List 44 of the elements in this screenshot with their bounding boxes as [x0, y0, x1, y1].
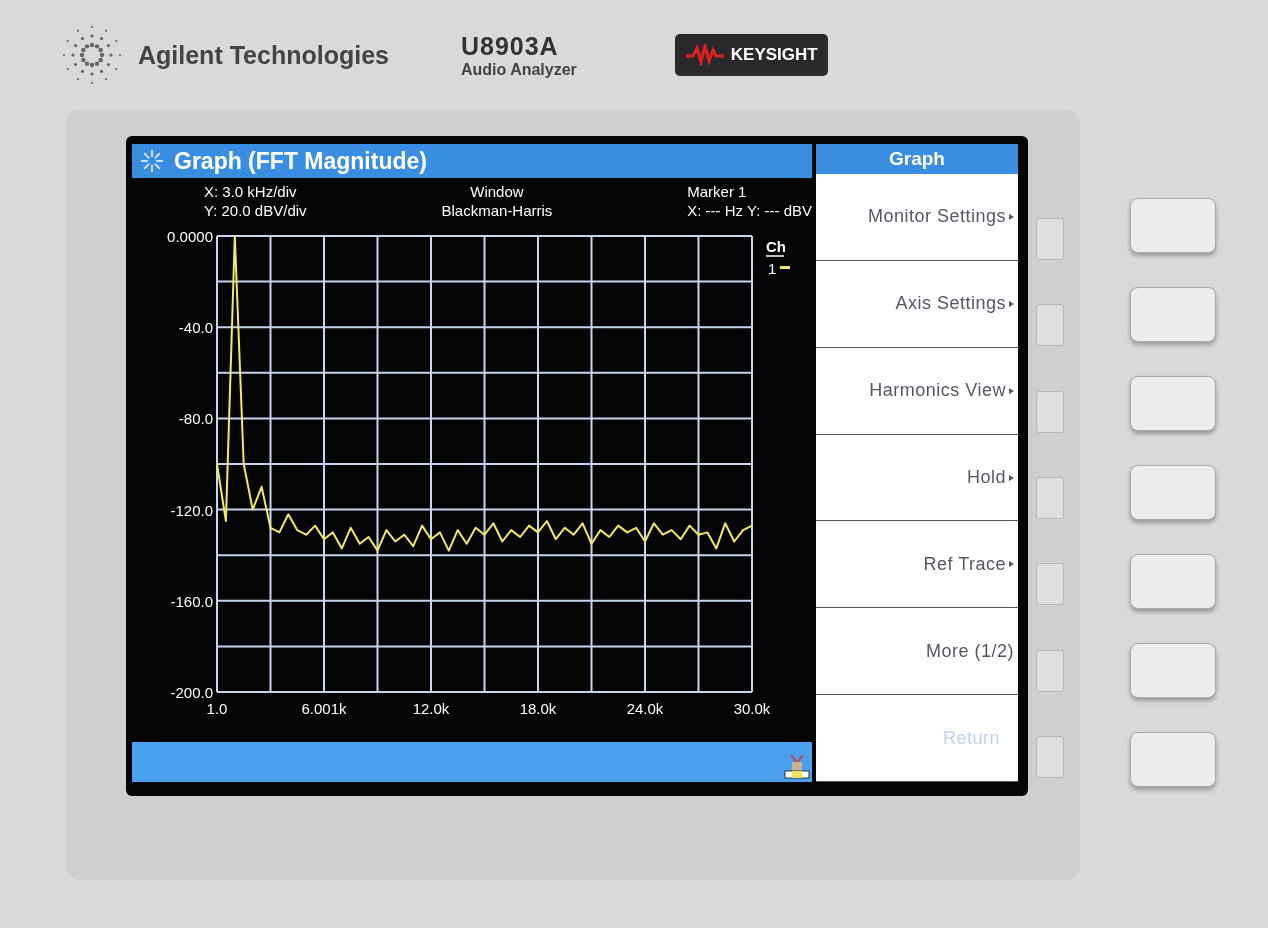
bezel-notch — [1036, 649, 1064, 692]
bezel-notch — [1036, 304, 1064, 347]
model-subtitle: Audio Analyzer — [460, 60, 577, 79]
bezel-notch — [1036, 218, 1064, 261]
y-tick-label: 0.0000 — [167, 228, 213, 245]
model-number: U8903A — [460, 31, 560, 61]
info-text: Marker 1 — [687, 182, 747, 201]
status-icon — [782, 752, 812, 782]
info-text: X: --- Hz Y: --- dBV — [687, 201, 812, 220]
hardware-key[interactable] — [1130, 465, 1216, 520]
legend-heading: Ch — [766, 238, 786, 255]
bezel-notch — [1036, 477, 1064, 519]
hardware-key[interactable] — [1130, 198, 1216, 253]
starburst-icon — [140, 149, 164, 173]
x-tick-label: 18.0k — [519, 700, 557, 717]
y-tick-label: -80.0 — [178, 410, 213, 428]
y-tick-label: -40.0 — [178, 319, 213, 337]
info-text: Window — [470, 182, 524, 201]
badge-text: KEYSIGHT — [730, 45, 818, 65]
menu-title: Graph — [816, 144, 1018, 174]
y-tick-label: -120.0 — [170, 501, 213, 519]
bezel-notch — [1036, 735, 1064, 778]
x-tick-label: 24.0k — [626, 700, 664, 717]
legend-channel: 1 — [768, 260, 777, 277]
hardware-key[interactable] — [1130, 554, 1216, 609]
y-tick-label: -160.0 — [170, 592, 213, 610]
info-text: Y: 20.0 dBV/div — [204, 201, 307, 220]
hardware-key[interactable] — [1130, 732, 1216, 787]
bezel-notch — [1036, 390, 1064, 433]
info-text: X: 3.0 kHz/div — [204, 182, 298, 201]
hardware-key[interactable] — [1130, 287, 1216, 342]
hardware-key[interactable] — [1130, 376, 1216, 431]
bezel-notch — [1036, 563, 1064, 606]
info-text: Blackman-Harris — [441, 201, 553, 220]
starburst-logo-icon — [60, 23, 124, 87]
x-tick-label: 12.0k — [412, 700, 450, 717]
waveform-icon — [684, 44, 725, 66]
screen-title: Graph (FFT Magnitude) — [174, 147, 427, 175]
x-tick-label: 30.0k — [733, 700, 771, 717]
y-tick-label: -200.0 — [170, 684, 213, 701]
hardware-key[interactable] — [1130, 643, 1216, 698]
brand-name: Agilent Technologies — [138, 40, 389, 70]
x-tick-label: 1.0 — [206, 700, 228, 717]
x-tick-label: 6.001k — [301, 700, 347, 717]
